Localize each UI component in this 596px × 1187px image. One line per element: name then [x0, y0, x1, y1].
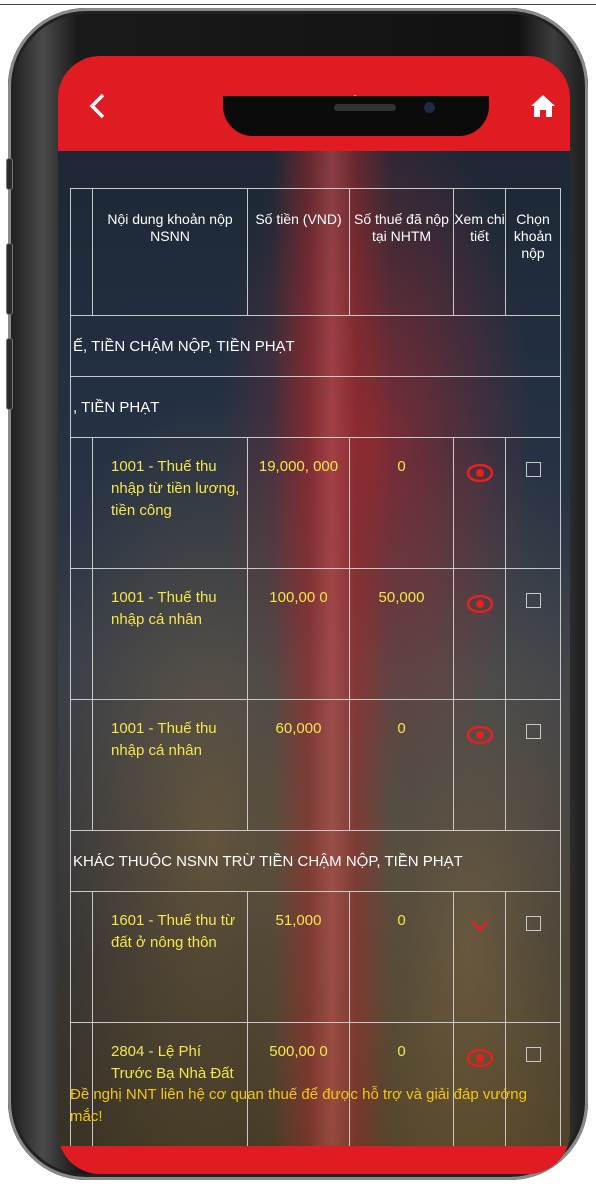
row-paid: 0: [349, 891, 454, 1023]
eye-icon[interactable]: [466, 1049, 493, 1067]
row-checkbox[interactable]: [525, 916, 541, 931]
row-name: 1001 - Thuế thu nhập cá nhân: [92, 568, 248, 700]
section-row: , TIỀN PHẠT: [70, 376, 561, 438]
row-paid: 0: [349, 437, 454, 569]
row-checkbox[interactable]: [525, 462, 541, 477]
app-screen: Nộp thuế Nội dung khoản nộp NSNN Số tiền…: [58, 56, 570, 1174]
bottom-bar: [58, 1146, 570, 1174]
table-row: 1001 - Thuế thu nhập cá nhân 100,00 0 50…: [70, 568, 561, 700]
header-index: [70, 188, 93, 316]
chevron-down-icon[interactable]: [471, 920, 489, 932]
row-checkbox[interactable]: [525, 724, 541, 739]
header-paid: Số thuế đã nộp tại NHTM: [349, 188, 454, 316]
row-amount: 19,000, 000: [247, 437, 350, 569]
eye-icon[interactable]: [466, 726, 493, 744]
section-row: Ế, TIỀN CHẬM NỘP, TIỀN PHẠT: [70, 315, 561, 377]
eye-icon[interactable]: [466, 464, 493, 482]
row-paid: 0: [349, 699, 454, 831]
row-amount: 51,000: [247, 891, 350, 1023]
row-name: 1601 - Thuế thu từ đất ở nông thôn: [92, 891, 248, 1023]
volume-up-button: [6, 243, 13, 315]
tax-table: Nội dung khoản nộp NSNN Số tiền (VND) Số…: [70, 188, 561, 1154]
row-checkbox[interactable]: [525, 1047, 541, 1062]
header-amount: Số tiền (VND): [247, 188, 350, 316]
table-row: 1001 - Thuế thu nhập cá nhân 60,000 0: [70, 699, 561, 831]
mute-switch: [6, 158, 13, 190]
section-row: KHÁC THUỘC NSNN TRỪ TIỀN CHẬM NỘP, TIỀN …: [70, 830, 561, 892]
row-name: 1001 - Thuế thu nhập từ tiền lương, tiền…: [92, 437, 248, 569]
row-paid: 50,000: [349, 568, 454, 700]
row-checkbox[interactable]: [525, 593, 541, 608]
row-name: 1001 - Thuế thu nhập cá nhân: [92, 699, 248, 831]
speaker: [334, 104, 396, 111]
header-content: Nội dung khoản nộp NSNN: [92, 188, 248, 316]
header-view: Xem chi tiết: [453, 188, 506, 316]
phone-frame: Nộp thuế Nội dung khoản nộp NSNN Số tiền…: [6, 8, 588, 1180]
eye-icon[interactable]: [466, 595, 493, 613]
notch: [223, 96, 489, 136]
row-amount: 60,000: [247, 699, 350, 831]
volume-down-button: [6, 338, 13, 410]
home-icon[interactable]: [530, 94, 556, 118]
table-row: 1601 - Thuế thu từ đất ở nông thôn 51,00…: [70, 891, 561, 1023]
row-amount: 100,00 0: [247, 568, 350, 700]
front-camera: [424, 102, 435, 113]
top-divider: [0, 4, 596, 5]
table-row: 1001 - Thuế thu nhập từ tiền lương, tiền…: [70, 437, 561, 569]
header-select: Chọn khoản nộp: [505, 188, 561, 316]
support-note: Đề nghị NNT liên hệ cơ quan thuế để được…: [70, 1086, 527, 1125]
table-header-row: Nội dung khoản nộp NSNN Số tiền (VND) Số…: [70, 188, 561, 316]
